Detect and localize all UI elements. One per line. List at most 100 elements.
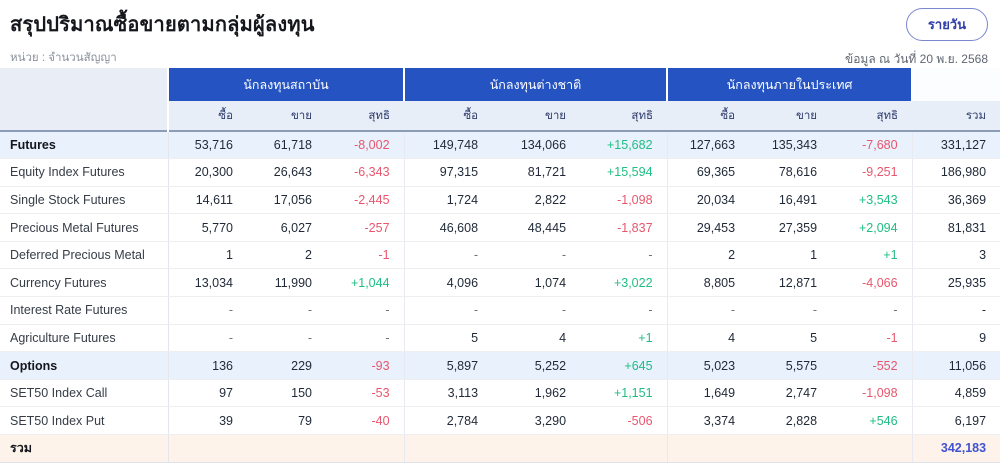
table-row: Agriculture Futures - - -5 4 +1 4 5 -1 9 — [0, 324, 1000, 353]
value-cell — [831, 434, 913, 463]
value-cell — [580, 434, 668, 463]
value-cell: 69,365 — [666, 158, 750, 187]
table-row: Equity Index Futures 20,300 26,643 -6,343 97… — [0, 158, 1000, 187]
value-cell: -1 — [831, 324, 913, 353]
value-cell: 1,649 — [666, 379, 750, 408]
value-cell: 3,290 — [492, 406, 581, 436]
value-cell: - — [492, 296, 581, 325]
value-cell: 48,445 — [492, 213, 581, 242]
value-cell: 1 — [749, 241, 832, 270]
value-cell: 2,784 — [403, 406, 493, 436]
table-row: SET50 Index Put 39 79 -40 2,784 3,290 -506 3,37… — [0, 406, 1000, 436]
value-cell — [326, 434, 405, 463]
value-cell: 5,770 — [167, 213, 247, 242]
value-cell: +1,151 — [580, 379, 668, 408]
value-cell: 4 — [492, 324, 581, 353]
value-cell: - — [247, 296, 326, 325]
col-header-buy-1: ซื้อ — [168, 101, 247, 131]
value-cell: +3,543 — [831, 186, 913, 215]
value-cell: +15,682 — [580, 131, 668, 160]
value-cell: 136 — [167, 351, 247, 380]
row-label: Equity Index Futures — [0, 158, 169, 187]
col-header-net-2: สุทธิ — [580, 101, 668, 131]
value-cell: -1 — [326, 241, 405, 270]
row-label: Interest Rate Futures — [0, 296, 169, 325]
value-cell: 20,300 — [167, 158, 247, 187]
daily-period-button[interactable]: รายวัน — [905, 8, 988, 41]
value-cell: 12,871 — [749, 268, 832, 298]
value-cell: -40 — [326, 406, 405, 436]
value-cell: +546 — [831, 406, 913, 436]
col-header-buy-2: ซื้อ — [404, 101, 493, 131]
table-body: Futures 53,716 61,718 -8,002 149,748 134,066 +… — [0, 131, 1000, 463]
value-cell: 1,724 — [403, 186, 493, 215]
row-total-cell: 36,369 — [911, 186, 1000, 215]
value-cell: 97,315 — [403, 158, 493, 187]
value-cell: 5,252 — [492, 351, 581, 380]
col-header-net-3: สุทธิ — [831, 101, 913, 131]
value-cell — [247, 434, 326, 463]
grand-total-row: รวม 342,183 — [0, 434, 1000, 463]
value-cell: 4,096 — [403, 268, 493, 298]
table-row: Deferred Precious Metal 1 2 -1- - -2 1 +1 3 — [0, 241, 1000, 270]
table-row: Futures 53,716 61,718 -8,002 149,748 134,066 +… — [0, 131, 1000, 160]
row-label: Currency Futures — [0, 268, 169, 298]
value-cell: -1,837 — [580, 213, 668, 242]
value-cell: 127,663 — [666, 131, 750, 160]
value-cell: 16,491 — [749, 186, 832, 215]
value-cell: +1 — [580, 324, 668, 353]
group-header-domestic: นักลงทุนภายในประเทศ — [666, 68, 913, 101]
value-cell: - — [403, 296, 493, 325]
value-cell: 135,343 — [749, 131, 832, 160]
title-block: สรุปปริมาณซื้อขายตามกลุ่มผู้ลงทุน หน่วย … — [10, 8, 315, 67]
topbar: สรุปปริมาณซื้อขายตามกลุ่มผู้ลงทุน หน่วย … — [0, 0, 1000, 66]
value-cell: +1,044 — [326, 268, 405, 298]
col-header-sell-3: ขาย — [749, 101, 832, 131]
value-cell: 97 — [167, 379, 247, 408]
total-column-corner — [911, 68, 1000, 101]
row-label: Agriculture Futures — [0, 324, 169, 353]
value-cell: -53 — [326, 379, 405, 408]
value-cell: 78,616 — [749, 158, 832, 187]
value-cell: - — [580, 241, 668, 270]
row-label: รวม — [0, 434, 169, 463]
row-label: SET50 Index Put — [0, 406, 169, 436]
row-total-cell: 25,935 — [911, 268, 1000, 298]
value-cell: +645 — [580, 351, 668, 380]
value-cell: 149,748 — [403, 131, 493, 160]
group-header-row: นักลงทุนสถาบัน นักลงทุนต่างชาติ นักลงทุน… — [0, 68, 1000, 131]
unit-label: หน่วย : จำนวนสัญญา — [10, 52, 117, 64]
value-cell: 6,027 — [247, 213, 326, 242]
value-cell: 20,034 — [666, 186, 750, 215]
value-cell: - — [403, 241, 493, 270]
value-cell: 2,822 — [492, 186, 581, 215]
table-row: Interest Rate Futures - - - - - - - - - - — [0, 296, 1000, 325]
value-cell: 5,575 — [749, 351, 832, 380]
value-cell: -8,002 — [326, 131, 405, 160]
page-title: สรุปปริมาณซื้อขายตามกลุ่มผู้ลงทุน — [10, 14, 315, 36]
row-total-cell: 11,056 — [911, 351, 1000, 380]
value-cell: -257 — [326, 213, 405, 242]
value-cell: -4,066 — [831, 268, 913, 298]
value-cell: 5 — [749, 324, 832, 353]
value-cell: -1,098 — [831, 379, 913, 408]
value-cell: 2,828 — [749, 406, 832, 436]
value-cell: -7,680 — [831, 131, 913, 160]
row-total-cell: 3 — [911, 241, 1000, 270]
group-header-foreign: นักลงทุนต่างชาติ — [403, 68, 668, 101]
value-cell: 2 — [247, 241, 326, 270]
value-cell: 3,113 — [403, 379, 493, 408]
value-cell: 1 — [167, 241, 247, 270]
value-cell: - — [167, 296, 247, 325]
row-total-cell: 186,980 — [911, 158, 1000, 187]
row-total-cell: 6,197 — [911, 406, 1000, 436]
value-cell: - — [326, 324, 405, 353]
value-cell: - — [326, 296, 405, 325]
value-cell: +3,022 — [580, 268, 668, 298]
row-total-cell: - — [911, 296, 1000, 325]
col-header-buy-3: ซื้อ — [667, 101, 750, 131]
value-cell: 2 — [666, 241, 750, 270]
value-cell: 46,608 — [403, 213, 493, 242]
row-label: Precious Metal Futures — [0, 213, 169, 242]
value-cell: 79 — [247, 406, 326, 436]
